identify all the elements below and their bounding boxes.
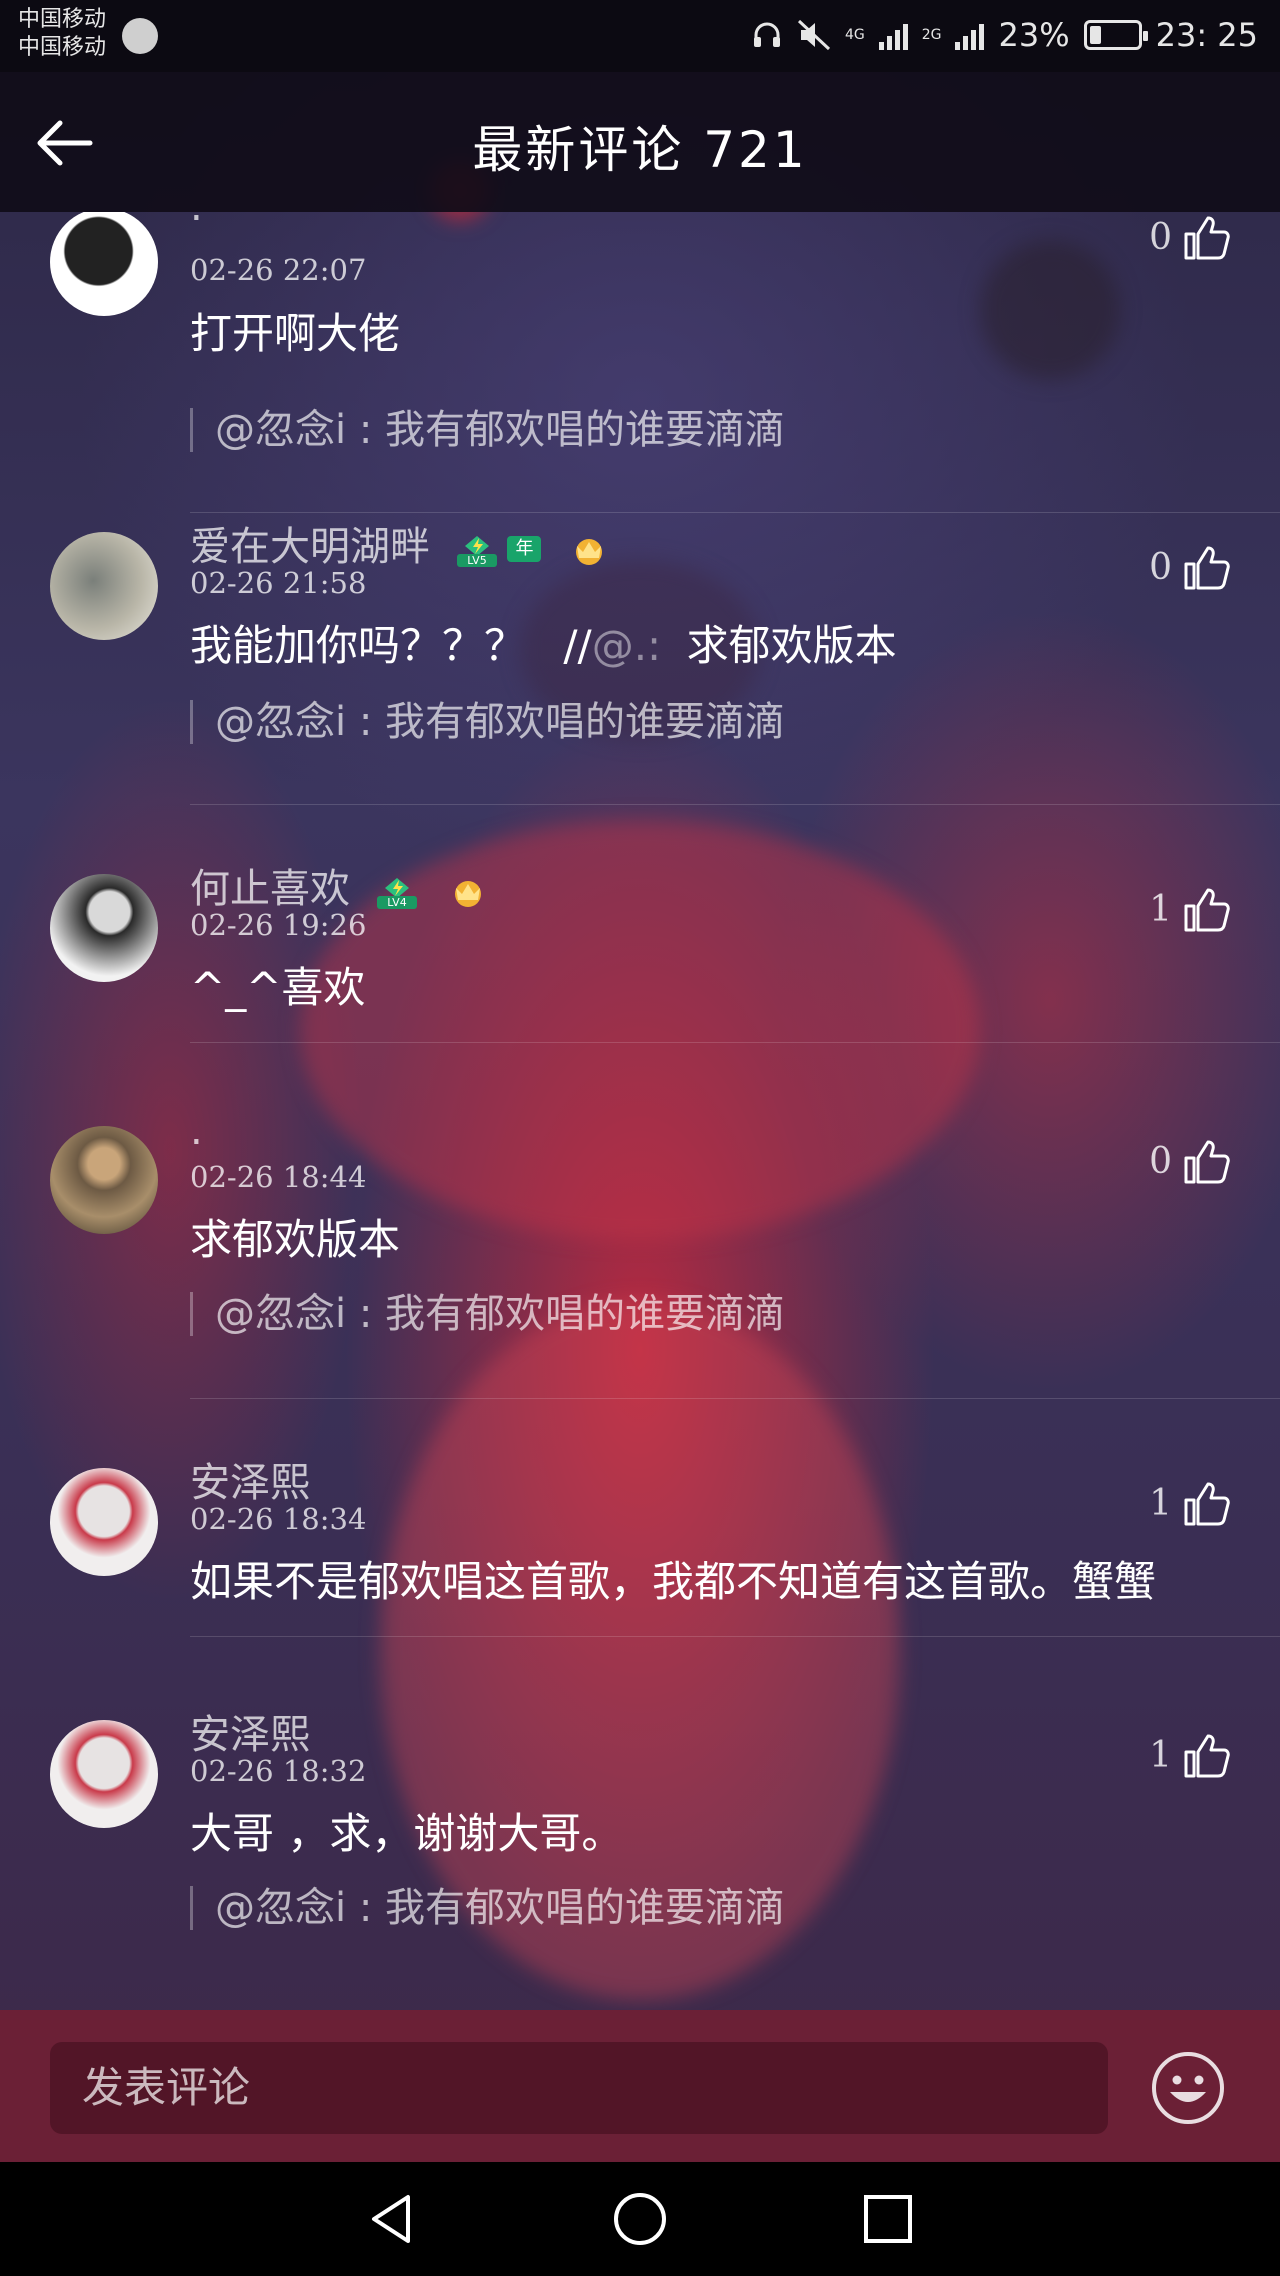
avatar[interactable] — [50, 212, 158, 316]
battery-percent: 23% — [998, 16, 1070, 54]
quoted-reply[interactable]: @忽念i : 我有郁欢唱的谁要滴滴 — [190, 1886, 785, 1930]
comment-text-separator: // — [563, 621, 592, 670]
comment-time: 02-26 18:32 — [190, 1754, 367, 1788]
comment-time: 02-26 21:58 — [190, 566, 367, 600]
quoted-reply[interactable]: @忽念i : 我有郁欢唱的谁要滴滴 — [190, 1292, 785, 1336]
carrier-1: 中国移动 — [18, 7, 107, 32]
comment-composer: 发表评论 — [0, 2010, 1280, 2162]
like-button[interactable]: 0 — [1149, 214, 1230, 260]
thumbs-up-icon — [1184, 1734, 1230, 1778]
comment-text-tail: 求郁欢版本 — [686, 621, 897, 670]
like-button[interactable]: 0 — [1149, 1138, 1230, 1184]
vip-crown-icon — [568, 532, 610, 566]
like-count: 0 — [1149, 1140, 1172, 1182]
like-count: 1 — [1149, 1482, 1172, 1524]
thumbs-up-icon — [1184, 546, 1230, 590]
level-badge-text: LV4 — [387, 896, 406, 909]
quoted-reply[interactable]: @忽念i : 我有郁欢唱的谁要滴滴 — [190, 700, 785, 744]
comment-username[interactable]: . — [190, 212, 203, 230]
like-button[interactable]: 1 — [1149, 886, 1230, 932]
carrier-info: 中国移动 中国移动 — [18, 6, 106, 62]
thumbs-up-icon — [1184, 1482, 1230, 1526]
carrier-2: 中国移动 — [18, 35, 107, 60]
like-button[interactable]: 1 — [1149, 1732, 1230, 1778]
avatar[interactable] — [50, 1126, 158, 1234]
thumbs-up-icon — [1184, 888, 1230, 932]
comment-time: 02-26 18:44 — [190, 1160, 367, 1194]
mention-link[interactable]: @.: — [592, 621, 662, 670]
nav-home-button[interactable] — [610, 2189, 670, 2249]
like-count: 0 — [1149, 216, 1172, 258]
divider — [190, 1636, 1280, 1637]
avatar[interactable] — [50, 1468, 158, 1576]
signal-1-icon — [878, 20, 908, 50]
year-badge: 年 — [507, 536, 542, 562]
header-bar: 最新评论 721 — [0, 72, 1280, 212]
quoted-reply[interactable]: @忽念i : 我有郁欢唱的谁要滴滴 — [190, 408, 785, 452]
clock: 23: 25 — [1155, 16, 1258, 54]
comment-time: 02-26 22:07 — [190, 253, 367, 287]
comment-time: 02-26 19:26 — [190, 908, 367, 942]
like-count: 0 — [1149, 546, 1172, 588]
comment-text: 求郁欢版本 — [190, 1215, 401, 1264]
network-type-2: 2G — [921, 27, 942, 43]
avatar[interactable] — [50, 1720, 158, 1828]
system-nav-bar — [0, 2162, 1280, 2276]
status-bar: 中国移动 中国移动 4G 2G 23% 23: 25 — [0, 0, 1280, 72]
comment-username[interactable]: 安泽熙 — [190, 1702, 310, 1760]
comment-text-main: 我能加你吗？？？ — [190, 621, 527, 670]
level-badge: LV4 — [373, 874, 421, 909]
comment-text: 大哥 ，求，谢谢大哥。 — [190, 1809, 624, 1858]
comment-text: 打开啊大佬 — [190, 309, 401, 358]
comment-text: 我能加你吗？？？ //@.: 求郁欢版本 — [190, 612, 897, 673]
username-text: 何止喜欢 — [190, 866, 350, 912]
divider — [190, 1042, 1280, 1043]
comment-text: ^_^喜欢 — [190, 963, 366, 1012]
mute-icon — [797, 19, 830, 51]
circle-home-icon — [614, 2193, 666, 2245]
level-badge-text: LV5 — [467, 554, 486, 567]
status-icons: 4G 2G 23% 23: 25 — [751, 16, 1258, 54]
comment-time: 02-26 18:34 — [190, 1502, 367, 1536]
level-5-icon: LV5 — [456, 536, 497, 567]
data-usage-icon — [122, 18, 158, 54]
comment-input[interactable]: 发表评论 — [50, 2042, 1108, 2134]
vip-crown-icon — [447, 874, 489, 908]
comment-username[interactable]: 安泽熙 — [190, 1450, 310, 1508]
level-badge: LV5 — [453, 532, 501, 567]
divider — [190, 512, 1280, 513]
divider — [190, 804, 1280, 805]
page-title: 最新评论 721 — [472, 121, 808, 179]
comment-text: 如果不是郁欢唱这首歌，我都不知道有这首歌。蟹蟹 — [190, 1557, 1157, 1606]
level-4-icon: LV4 — [376, 878, 417, 909]
thumbs-up-icon — [1184, 216, 1230, 260]
avatar[interactable] — [50, 532, 158, 640]
like-count: 1 — [1149, 888, 1172, 930]
headphone-icon — [753, 22, 780, 47]
smiley-icon — [1152, 2052, 1224, 2124]
battery-icon — [1083, 20, 1148, 50]
square-recent-icon — [864, 2195, 912, 2243]
divider — [190, 1398, 1280, 1399]
comment-username[interactable]: . — [190, 1108, 203, 1154]
triangle-back-icon — [372, 2195, 410, 2243]
nav-recent-button[interactable] — [858, 2189, 918, 2249]
signal-2-icon — [955, 20, 985, 50]
nav-back-button[interactable] — [362, 2189, 422, 2249]
emoji-button[interactable] — [1150, 2050, 1226, 2126]
like-button[interactable]: 0 — [1149, 544, 1230, 590]
comment-list[interactable]: . 0 02-26 22:07 打开啊大佬 @忽念i : 我有郁欢唱的谁要滴滴 … — [0, 212, 1280, 2010]
comment-username[interactable]: 何止喜欢 LV4 — [190, 856, 489, 914]
network-type-1: 4G — [844, 27, 865, 43]
avatar[interactable] — [50, 874, 158, 982]
like-count: 1 — [1149, 1734, 1172, 1776]
username-text: 爱在大明湖畔 — [190, 524, 430, 570]
thumbs-up-icon — [1184, 1140, 1230, 1184]
comment-username[interactable]: 爱在大明湖畔 LV5 年 — [190, 514, 610, 572]
like-button[interactable]: 1 — [1149, 1480, 1230, 1526]
